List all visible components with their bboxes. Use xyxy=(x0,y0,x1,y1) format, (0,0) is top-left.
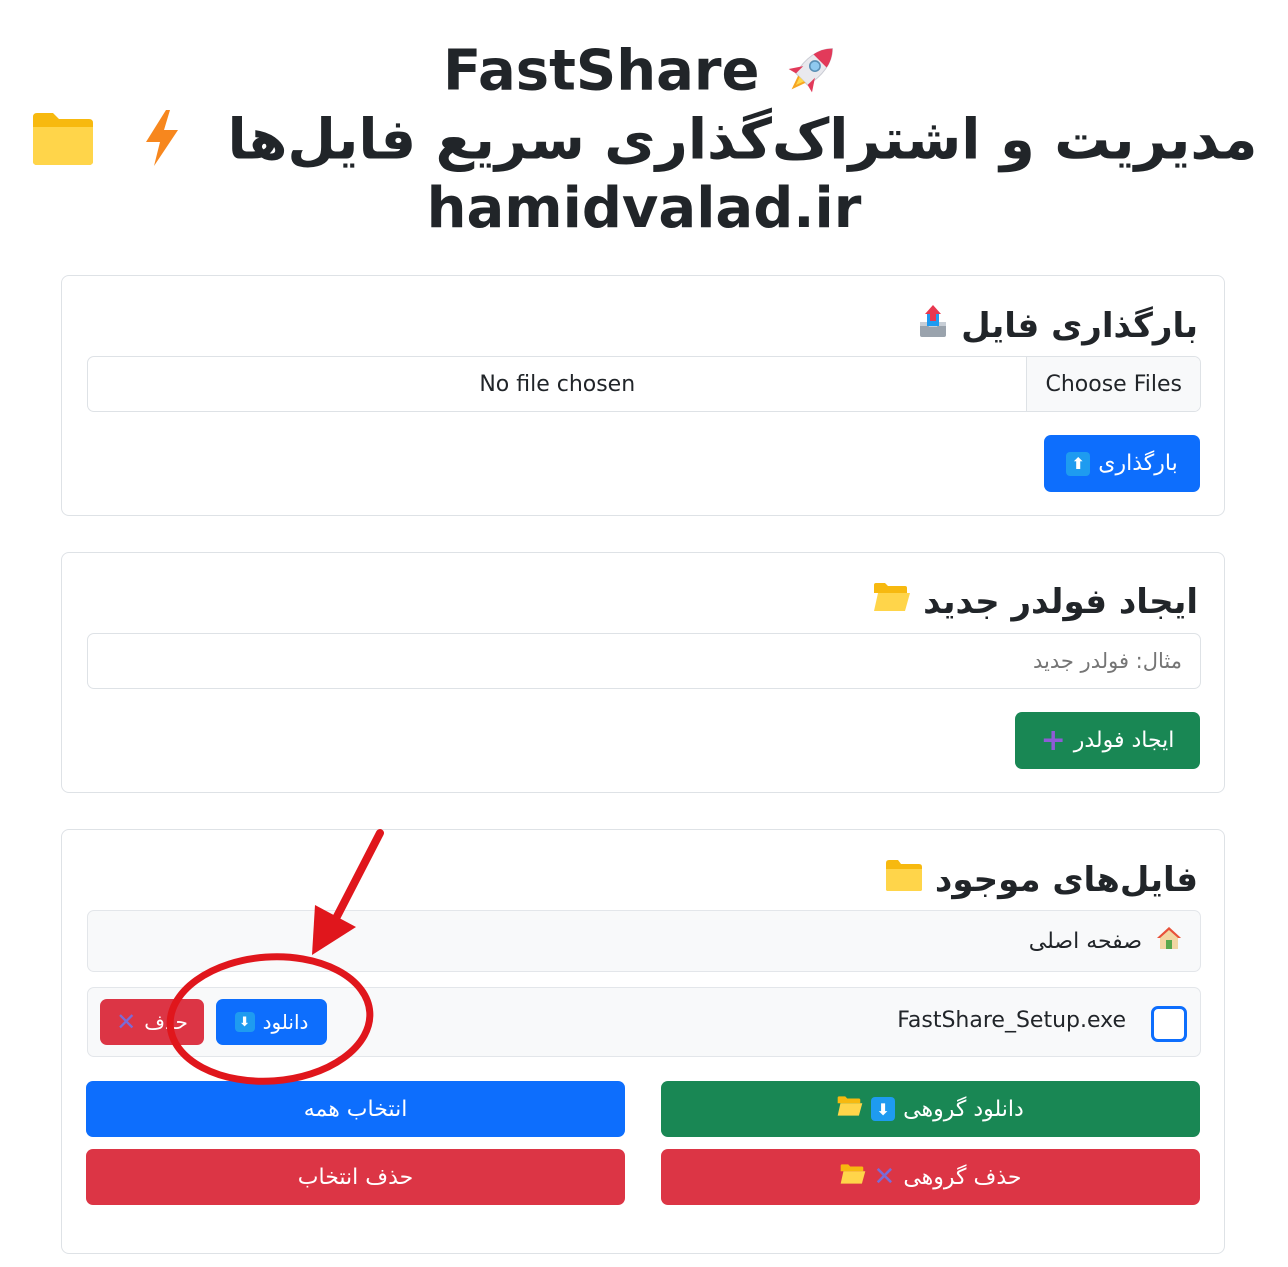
files-title: فایل‌های موجود xyxy=(885,858,1198,901)
bulk-download-button[interactable]: دانلود گروهی ⬇ xyxy=(661,1081,1200,1137)
no-file-label: No file chosen xyxy=(479,371,636,397)
create-folder-button[interactable]: ایجاد فولدر + xyxy=(1015,712,1200,769)
down-arrow-icon: ⬇ xyxy=(234,1012,255,1032)
choose-files-button[interactable]: Choose Files xyxy=(1026,357,1200,411)
cross-mark-icon: ✕ xyxy=(116,1008,137,1036)
upload-title-text: بارگذاری فایل xyxy=(961,305,1198,346)
down-arrow-icon: ⬇ xyxy=(871,1097,896,1121)
create-folder-title: ایجاد فولدر جدید xyxy=(873,581,1198,622)
file-checkbox[interactable] xyxy=(1151,1006,1187,1042)
subtitle-line: مدیریت و اشتراک‌گذاری سریع فایل‌ها xyxy=(0,108,1288,179)
create-folder-title-text: ایجاد فولدر جدید xyxy=(923,581,1198,622)
select-all-button[interactable]: انتخاب همه xyxy=(86,1081,625,1137)
breadcrumb-home-link[interactable]: صفحه اصلی xyxy=(1029,929,1142,954)
select-all-label: انتخاب همه xyxy=(303,1096,408,1122)
cross-mark-icon: ✕ xyxy=(873,1162,896,1192)
delete-selection-label: حذف انتخاب xyxy=(297,1164,414,1190)
folder-name-input[interactable] xyxy=(87,633,1201,689)
plus-icon: + xyxy=(1040,722,1066,758)
breadcrumb: صفحه اصلی xyxy=(87,910,1201,972)
open-folder-icon xyxy=(837,1095,863,1123)
rocket-icon xyxy=(779,36,845,113)
lightning-icon xyxy=(142,108,182,179)
app-name: FastShare xyxy=(443,38,760,104)
file-download-button[interactable]: دانلود ⬇ xyxy=(216,999,327,1045)
file-picker[interactable]: No file chosen Choose Files xyxy=(87,356,1201,412)
create-folder-button-label: ایجاد فولدر xyxy=(1073,728,1175,753)
files-title-text: فایل‌های موجود xyxy=(934,859,1198,900)
open-folder-icon xyxy=(873,581,911,622)
delete-selection-button[interactable]: حذف انتخاب xyxy=(86,1149,625,1205)
bulk-download-label: دانلود گروهی xyxy=(903,1096,1024,1122)
file-download-label: دانلود xyxy=(262,1010,309,1034)
upload-card: بارگذاری فایل No file chosen Choose File… xyxy=(61,275,1225,516)
subtitle: مدیریت و اشتراک‌گذاری سریع فایل‌ها xyxy=(227,107,1258,173)
outbox-tray-icon xyxy=(917,304,949,347)
upload-button-label: بارگذاری xyxy=(1098,451,1178,476)
bulk-delete-button[interactable]: حذف گروهی ✕ xyxy=(661,1149,1200,1205)
open-folder-icon xyxy=(840,1163,866,1191)
upload-button[interactable]: بارگذاری ⬆ xyxy=(1044,435,1200,492)
files-card: فایل‌های موجود صفحه اصلی FastShare_Setup… xyxy=(61,829,1225,1254)
file-delete-button[interactable]: حذف ✕ xyxy=(100,999,204,1045)
app-title-line: FastShare xyxy=(0,36,1288,113)
file-name: FastShare_Setup.exe xyxy=(897,1008,1126,1033)
house-icon xyxy=(1156,925,1182,957)
upload-title: بارگذاری فایل xyxy=(917,304,1198,347)
folder-icon xyxy=(31,109,95,178)
file-delete-label: حذف xyxy=(144,1010,188,1034)
up-arrow-icon: ⬆ xyxy=(1066,451,1091,476)
bulk-delete-label: حذف گروهی xyxy=(903,1164,1022,1190)
file-row: FastShare_Setup.exe دانلود ⬇ حذف ✕ xyxy=(87,987,1201,1057)
site-name: hamidvalad.ir xyxy=(426,176,862,241)
create-folder-card: ایجاد فولدر جدید ایجاد فولدر + xyxy=(61,552,1225,793)
folder-icon xyxy=(885,858,923,901)
